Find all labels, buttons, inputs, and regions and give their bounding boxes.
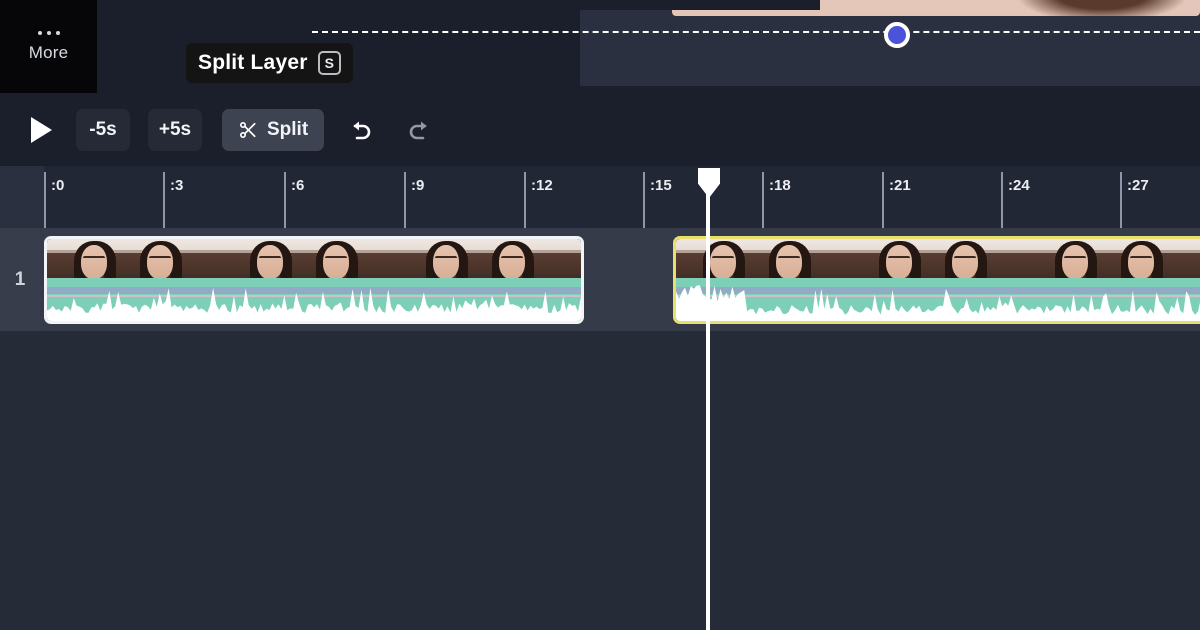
ruler-tick: :27 bbox=[1120, 172, 1149, 228]
clip-audio-waveform bbox=[676, 278, 1200, 321]
waveform-path bbox=[47, 287, 581, 321]
ruler-tick-label: :9 bbox=[411, 177, 425, 194]
undo-icon bbox=[353, 121, 371, 139]
ruler-tick: :24 bbox=[1001, 172, 1030, 228]
ruler-tick-label: :24 bbox=[1008, 177, 1030, 194]
timeline-ruler[interactable]: :0 :3 :6 :9 :12 :15 :18 :21 :24 :27 bbox=[0, 166, 1200, 228]
tooltip-label: Split Layer bbox=[198, 51, 308, 74]
more-button[interactable]: More bbox=[0, 0, 97, 93]
ruler-tick-label: :12 bbox=[531, 177, 553, 194]
waveform-path bbox=[676, 285, 1200, 321]
ruler-tick: :15 bbox=[643, 172, 672, 228]
ruler-tick-label: :27 bbox=[1127, 177, 1149, 194]
ruler-tick-label: :21 bbox=[889, 177, 911, 194]
ellipsis-icon bbox=[37, 30, 60, 35]
more-button-label: More bbox=[28, 43, 69, 62]
timeline-clip[interactable] bbox=[44, 236, 584, 324]
ruler-tick: :3 bbox=[163, 172, 183, 228]
track-header[interactable]: 1 bbox=[0, 228, 40, 331]
ruler-tick: :12 bbox=[524, 172, 553, 228]
redo-icon bbox=[409, 121, 427, 139]
ruler-tick: :21 bbox=[882, 172, 911, 228]
video-editor-window: More Split Layer S -5s +5s Split:0:3:… bbox=[0, 0, 1200, 630]
play-icon bbox=[30, 116, 52, 143]
scissors-icon bbox=[240, 121, 256, 138]
ruler-left-gutter bbox=[0, 166, 44, 228]
top-strip: More Split Layer S bbox=[0, 0, 1200, 93]
timeline-empty-area[interactable] bbox=[0, 331, 1200, 630]
ruler-tick: :18 bbox=[762, 172, 791, 228]
undo-button[interactable] bbox=[340, 109, 382, 151]
ruler-tick-label: :0 bbox=[51, 177, 65, 194]
ruler-tick-label: :6 bbox=[291, 177, 305, 194]
split-button-label: Split bbox=[267, 118, 309, 140]
editor-toolbar: -5s +5s Split bbox=[0, 93, 1200, 166]
ruler-tick: :6 bbox=[284, 172, 304, 228]
ruler-tick-label: :15 bbox=[650, 177, 672, 194]
split-button[interactable]: Split bbox=[222, 108, 325, 151]
ruler-tick-label: :18 bbox=[769, 177, 791, 194]
timeline-track-row: 1 bbox=[0, 228, 1200, 331]
clip-audio-waveform bbox=[47, 278, 581, 321]
crop-handle-icon[interactable] bbox=[884, 22, 910, 48]
seek-back-5s-button[interactable]: -5s bbox=[76, 108, 130, 151]
timeline-clip-selected[interactable] bbox=[673, 236, 1200, 324]
split-layer-tooltip: Split Layer S bbox=[186, 43, 353, 83]
track-number-label: 1 bbox=[14, 268, 26, 290]
ruler-tick-label: :3 bbox=[170, 177, 184, 194]
tooltip-shortcut-badge: S bbox=[317, 51, 341, 75]
seek-forward-5s-button[interactable]: +5s bbox=[148, 108, 202, 151]
preview-top-gap bbox=[580, 0, 820, 10]
crop-selection-boundary bbox=[312, 31, 1200, 33]
redo-button[interactable] bbox=[398, 109, 440, 151]
ruler-tick: :9 bbox=[404, 172, 424, 228]
ruler-tick: :0 bbox=[44, 172, 64, 228]
play-button[interactable] bbox=[24, 113, 58, 147]
playhead-line bbox=[706, 190, 710, 630]
